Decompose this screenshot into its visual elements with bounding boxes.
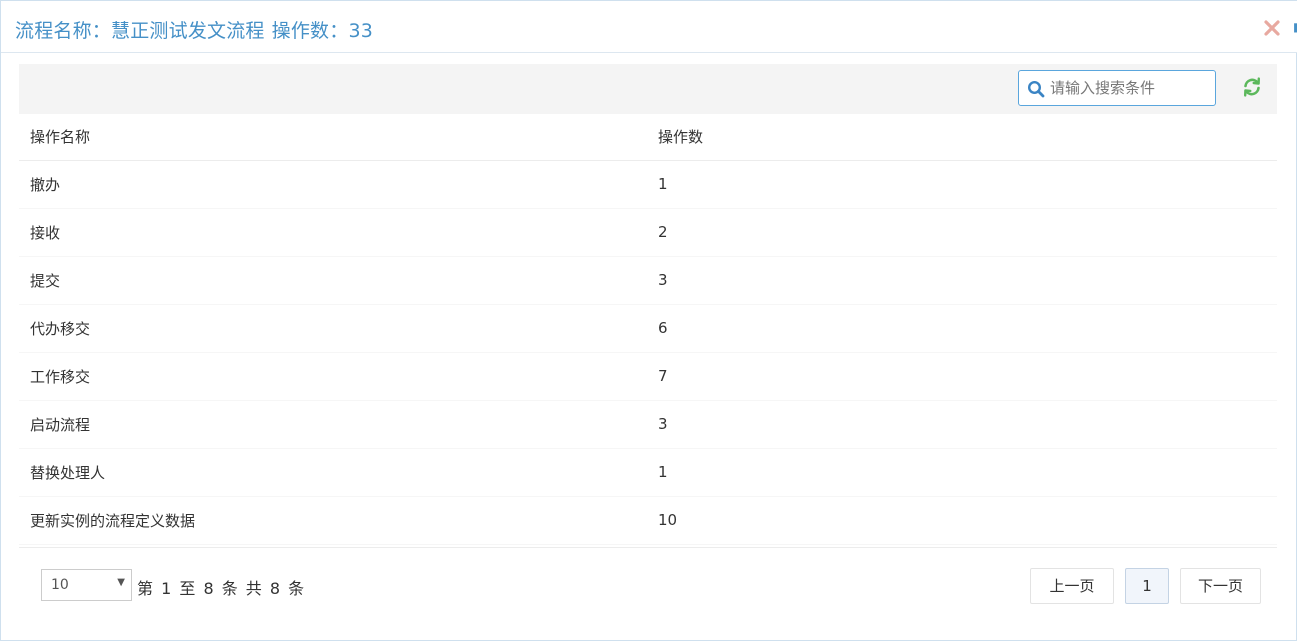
table-toolbar bbox=[19, 64, 1277, 114]
operation-count-cell: 1 bbox=[647, 448, 1277, 497]
operations-table: 操作名称 操作数 撤办 1 接收 2 提交 3 代办移交 6 工作移交 7 启动… bbox=[19, 114, 1277, 545]
table-row[interactable]: 替换处理人 1 bbox=[19, 448, 1277, 497]
table-row[interactable]: 接收 2 bbox=[19, 208, 1277, 257]
search-input[interactable] bbox=[1050, 77, 1210, 99]
operations-panel: 操作名称 操作数 撤办 1 接收 2 提交 3 代办移交 bbox=[19, 64, 1277, 614]
search-icon bbox=[1027, 80, 1045, 98]
table-row[interactable]: 提交 3 bbox=[19, 256, 1277, 305]
operation-name-cell: 更新实例的流程定义数据 bbox=[19, 496, 647, 545]
prev-page-button[interactable]: 上一页 bbox=[1030, 568, 1114, 604]
operation-name-cell: 替换处理人 bbox=[19, 448, 647, 497]
refresh-icon bbox=[1244, 77, 1260, 97]
refresh-button[interactable] bbox=[1241, 76, 1263, 98]
operation-name-cell: 工作移交 bbox=[19, 352, 647, 401]
edge-decoration: ▮ bbox=[1293, 20, 1297, 34]
next-page-button[interactable]: 下一页 bbox=[1180, 568, 1261, 604]
operation-name-cell: 接收 bbox=[19, 208, 647, 257]
operation-count-cell: 2 bbox=[647, 208, 1277, 257]
operation-count-cell: 1 bbox=[647, 160, 1277, 209]
close-button[interactable] bbox=[1263, 19, 1281, 37]
operation-name-cell: 代办移交 bbox=[19, 304, 647, 353]
operation-count-cell: 6 bbox=[647, 304, 1277, 353]
title-label: 流程名称： bbox=[15, 20, 112, 42]
operation-count-cell: 3 bbox=[647, 400, 1277, 449]
operation-name-cell: 撤办 bbox=[19, 160, 647, 209]
table-row[interactable]: 撤办 1 bbox=[19, 160, 1277, 209]
page-1-button[interactable]: 1 bbox=[1125, 568, 1169, 604]
operation-count-cell: 10 bbox=[647, 496, 1277, 545]
column-header-operation-count[interactable]: 操作数 bbox=[647, 114, 1277, 161]
caret-down-icon: ▼ bbox=[117, 577, 125, 588]
operation-stats-dialog: 流程名称：慧正测试发文流程 操作数：33 ▮ 请输入搜索条件 操作名称 操作数 … bbox=[0, 0, 1297, 641]
op-count-value: 33 bbox=[348, 20, 374, 42]
op-count-label: 操作数： bbox=[271, 20, 349, 42]
pagination-footer: 10 ▼ 第 1 至 8 条 共 8 条 上一页 1 下一页 bbox=[19, 547, 1277, 613]
dialog-title: 流程名称：慧正测试发文流程 操作数：33 bbox=[15, 16, 373, 43]
flow-name: 慧正测试发文流程 bbox=[111, 20, 265, 42]
page-size-select[interactable]: 10 ▼ bbox=[41, 569, 132, 601]
operation-name-cell: 提交 bbox=[19, 256, 647, 305]
table-row[interactable]: 更新实例的流程定义数据 10 bbox=[19, 496, 1277, 545]
operation-count-cell: 3 bbox=[647, 256, 1277, 305]
dialog-titlebar: 流程名称：慧正测试发文流程 操作数：33 ▮ bbox=[1, 1, 1297, 53]
search-box[interactable] bbox=[1018, 70, 1216, 106]
page-info: 第 1 至 8 条 共 8 条 bbox=[137, 579, 306, 598]
table-row[interactable]: 启动流程 3 bbox=[19, 400, 1277, 449]
page-size-value: 10 bbox=[51, 577, 69, 593]
column-header-operation-name[interactable]: 操作名称 bbox=[19, 114, 647, 161]
table-row[interactable]: 代办移交 6 bbox=[19, 304, 1277, 353]
table-header-row: 操作名称 操作数 bbox=[19, 114, 1277, 161]
operation-count-cell: 7 bbox=[647, 352, 1277, 401]
operation-name-cell: 启动流程 bbox=[19, 400, 647, 449]
table-row[interactable]: 工作移交 7 bbox=[19, 352, 1277, 401]
close-icon bbox=[1264, 20, 1280, 36]
